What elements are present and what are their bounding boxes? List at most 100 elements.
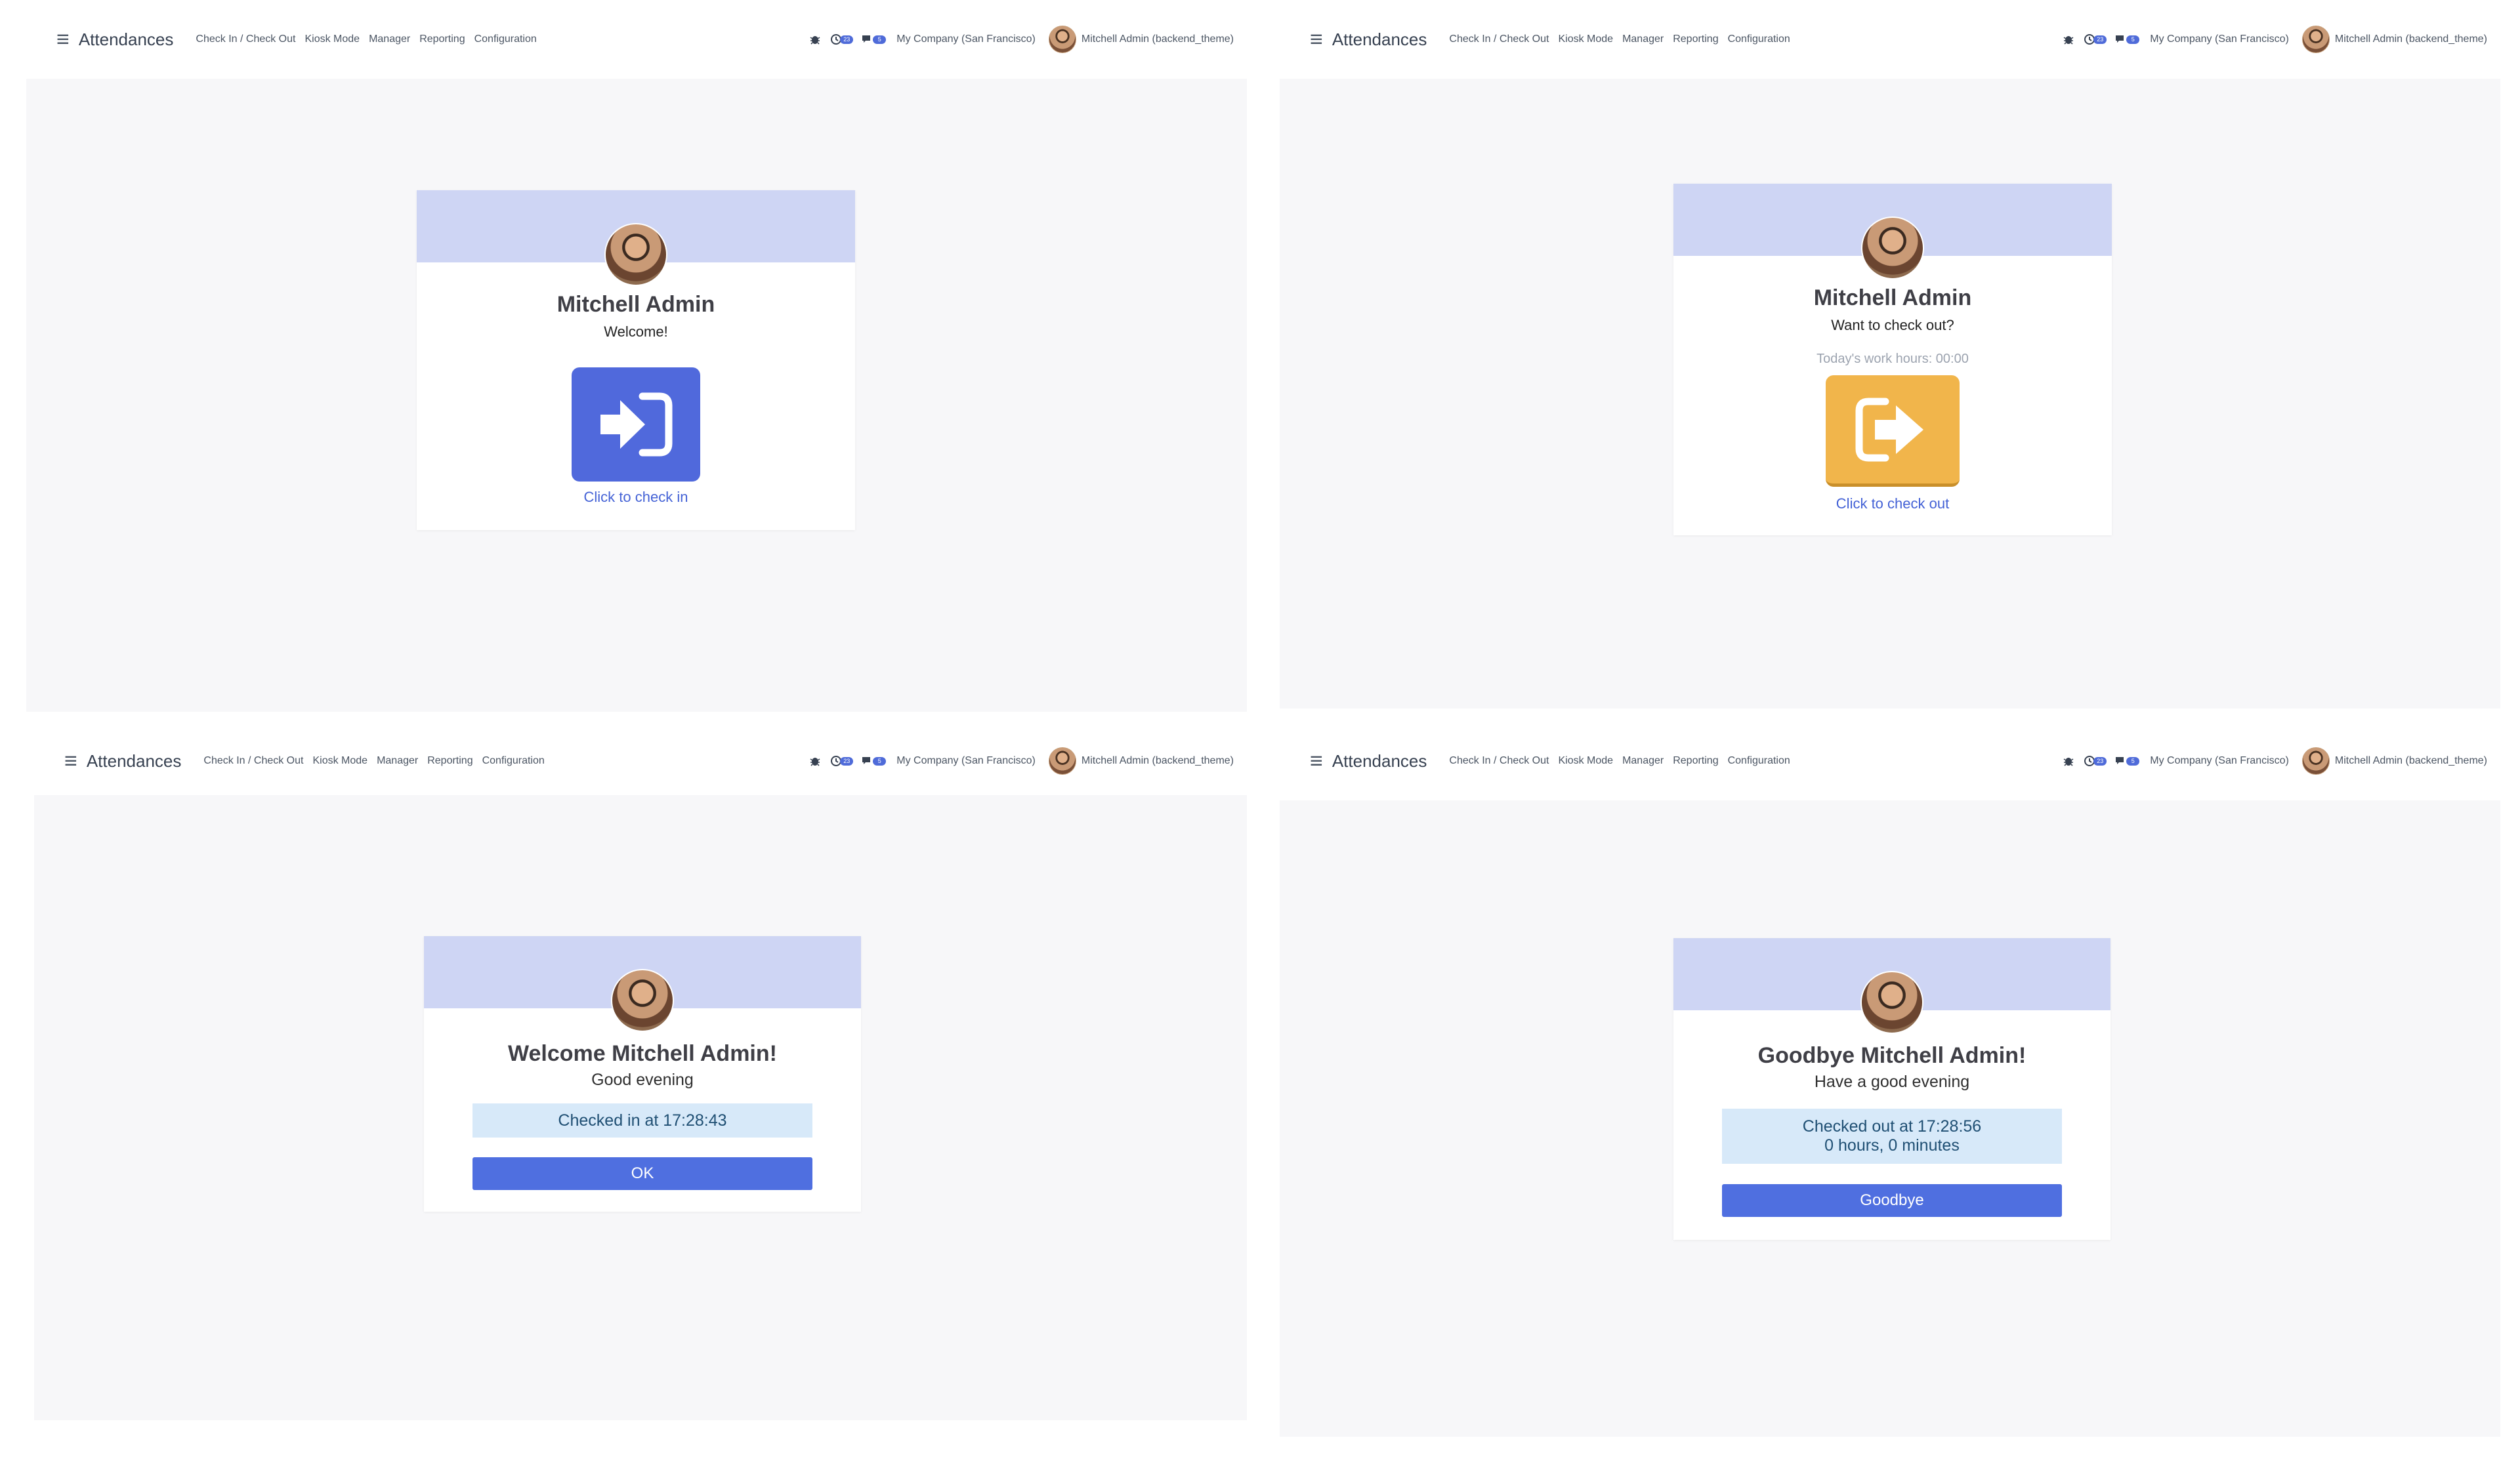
apps-menu-icon[interactable]: ≡	[56, 28, 70, 51]
menu-reporting[interactable]: Reporting	[427, 755, 472, 767]
clock-activity-icon[interactable]: 23	[830, 754, 854, 768]
welcome-title: Welcome Mitchell Admin!	[508, 1041, 777, 1066]
activity-badge: 23	[840, 756, 854, 766]
menu-configuration[interactable]: Configuration	[474, 33, 537, 45]
company-switcher[interactable]: My Company (San Francisco)	[2150, 755, 2289, 767]
menu-manager[interactable]: Manager	[1622, 755, 1664, 767]
company-switcher[interactable]: My Company (San Francisco)	[896, 755, 1036, 767]
bug-icon[interactable]	[2062, 33, 2075, 46]
main-menu: Check In / Check Out Kiosk Mode Manager …	[1449, 755, 1790, 767]
main-content: Welcome Mitchell Admin! Good evening Che…	[34, 795, 1247, 1420]
app-name[interactable]: Attendances	[1332, 30, 1427, 50]
employee-avatar	[604, 223, 667, 286]
top-navbar: ≡ Attendances Check In / Check Out Kiosk…	[26, 0, 1247, 79]
user-avatar[interactable]	[2301, 26, 2330, 53]
menu-check-in-out[interactable]: Check In / Check Out	[1449, 33, 1549, 45]
menu-kiosk-mode[interactable]: Kiosk Mode	[312, 755, 368, 767]
menu-reporting[interactable]: Reporting	[419, 33, 465, 45]
company-switcher[interactable]: My Company (San Francisco)	[2150, 33, 2289, 45]
user-menu[interactable]: Mitchell Admin (backend_theme)	[1082, 755, 1234, 767]
goodbye-card: Goodbye Mitchell Admin! Have a good even…	[1673, 938, 2110, 1240]
menu-check-in-out[interactable]: Check In / Check Out	[1449, 755, 1549, 767]
menu-configuration[interactable]: Configuration	[1728, 755, 1790, 767]
activity-badge: 23	[2093, 35, 2107, 44]
check-in-button[interactable]	[572, 367, 700, 482]
menu-configuration[interactable]: Configuration	[1728, 33, 1790, 45]
activity-badge: 23	[2093, 756, 2107, 766]
chat-icon[interactable]: 5	[861, 33, 887, 46]
app-name[interactable]: Attendances	[1332, 751, 1427, 771]
goodbye-subtitle: Have a good evening	[1814, 1073, 1970, 1091]
check-out-caption[interactable]: Click to check out	[1673, 495, 2112, 512]
systray: 23 5 My Company (San Francisco) Mitchell…	[808, 26, 1234, 53]
sign-in-icon	[600, 392, 673, 457]
goodbye-button[interactable]: Goodbye	[1722, 1184, 2062, 1217]
messages-badge: 5	[873, 35, 887, 44]
menu-kiosk-mode[interactable]: Kiosk Mode	[304, 33, 360, 45]
apps-menu-icon[interactable]: ≡	[1310, 750, 1323, 772]
menu-manager[interactable]: Manager	[369, 33, 410, 45]
top-navbar: ≡ Attendances Check In / Check Out Kiosk…	[1280, 722, 2500, 800]
main-menu: Check In / Check Out Kiosk Mode Manager …	[196, 33, 536, 45]
check-in-caption[interactable]: Click to check in	[417, 489, 855, 506]
greeting-text: Welcome!	[604, 323, 668, 340]
menu-manager[interactable]: Manager	[1622, 33, 1664, 45]
user-menu[interactable]: Mitchell Admin (backend_theme)	[2335, 755, 2487, 767]
bug-icon[interactable]	[808, 754, 822, 768]
systray: 23 5 My Company (San Francisco) Mitchell…	[2062, 26, 2487, 53]
menu-reporting[interactable]: Reporting	[1673, 33, 1718, 45]
employee-avatar	[1861, 216, 1924, 279]
main-menu: Check In / Check Out Kiosk Mode Manager …	[1449, 33, 1790, 45]
chat-icon[interactable]: 5	[2114, 33, 2140, 46]
messages-badge: 5	[2126, 756, 2140, 766]
chat-icon[interactable]: 5	[2114, 754, 2140, 768]
menu-manager[interactable]: Manager	[377, 755, 418, 767]
top-navbar: ≡ Attendances Check In / Check Out Kiosk…	[1280, 0, 2500, 79]
menu-check-in-out[interactable]: Check In / Check Out	[203, 755, 303, 767]
panel-check-in: ≡ Attendances Check In / Check Out Kiosk…	[26, 0, 1247, 712]
user-avatar[interactable]	[1048, 747, 1076, 775]
employee-name: Mitchell Admin	[1813, 285, 1972, 310]
welcome-subtitle: Good evening	[591, 1071, 694, 1089]
bug-icon[interactable]	[808, 33, 822, 46]
apps-menu-icon[interactable]: ≡	[1310, 28, 1323, 51]
messages-badge: 5	[2126, 35, 2140, 44]
clock-activity-icon[interactable]: 23	[2083, 754, 2107, 768]
main-menu: Check In / Check Out Kiosk Mode Manager …	[203, 755, 544, 767]
app-name[interactable]: Attendances	[87, 751, 182, 771]
employee-name: Mitchell Admin	[556, 292, 715, 317]
bug-icon[interactable]	[2062, 754, 2075, 768]
menu-kiosk-mode[interactable]: Kiosk Mode	[1558, 33, 1613, 45]
employee-avatar	[1860, 971, 1923, 1034]
app-name[interactable]: Attendances	[79, 30, 174, 50]
apps-menu-icon[interactable]: ≡	[64, 750, 77, 772]
menu-configuration[interactable]: Configuration	[482, 755, 545, 767]
panel-check-out: ≡ Attendances Check In / Check Out Kiosk…	[1280, 0, 2500, 709]
panel-welcome: ≡ Attendances Check In / Check Out Kiosk…	[34, 722, 1247, 1420]
menu-reporting[interactable]: Reporting	[1673, 755, 1718, 767]
clock-activity-icon[interactable]: 23	[830, 33, 854, 46]
checked-out-status: Checked out at 17:28:56 0 hours, 0 minut…	[1722, 1109, 2062, 1164]
clock-activity-icon[interactable]: 23	[2083, 33, 2107, 46]
worked-duration: 0 hours, 0 minutes	[1824, 1136, 1960, 1155]
activity-badge: 23	[840, 35, 854, 44]
chat-icon[interactable]: 5	[861, 754, 887, 768]
user-menu[interactable]: Mitchell Admin (backend_theme)	[1082, 33, 1234, 45]
systray: 23 5 My Company (San Francisco) Mitchell…	[808, 747, 1234, 775]
ok-button[interactable]: OK	[472, 1157, 812, 1190]
user-avatar[interactable]	[1048, 26, 1076, 53]
user-avatar[interactable]	[2301, 747, 2330, 775]
menu-check-in-out[interactable]: Check In / Check Out	[196, 33, 295, 45]
employee-avatar	[611, 969, 674, 1032]
user-menu[interactable]: Mitchell Admin (backend_theme)	[2335, 33, 2487, 45]
checked-in-status: Checked in at 17:28:43	[472, 1103, 812, 1138]
company-switcher[interactable]: My Company (San Francisco)	[896, 33, 1036, 45]
main-content: Goodbye Mitchell Admin! Have a good even…	[1280, 800, 2500, 1437]
kiosk-card: Mitchell Admin Welcome! Click to check i…	[417, 190, 855, 530]
systray: 23 5 My Company (San Francisco) Mitchell…	[2062, 747, 2487, 775]
checked-out-time: Checked out at 17:28:56	[1802, 1117, 1982, 1136]
check-out-button[interactable]	[1826, 375, 1960, 487]
goodbye-title: Goodbye Mitchell Admin!	[1757, 1043, 2026, 1068]
menu-kiosk-mode[interactable]: Kiosk Mode	[1558, 755, 1613, 767]
sign-out-icon	[1855, 398, 1923, 461]
